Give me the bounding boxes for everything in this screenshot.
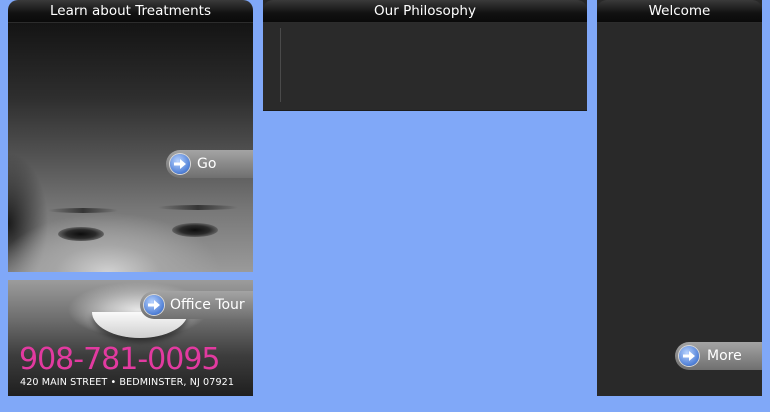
arrow-right-icon — [679, 346, 699, 366]
arrow-right-icon — [170, 154, 190, 174]
office-tour-panel: Office Tour 908-781-0095 420 MAIN STREET… — [8, 280, 253, 396]
treatments-panel: Learn about Treatments Go — [8, 0, 253, 272]
more-button[interactable]: More — [675, 342, 762, 370]
welcome-content — [597, 23, 762, 396]
phone-number: 908-781-0095 — [19, 342, 221, 377]
face-eye-left — [58, 227, 104, 241]
philosophy-panel: Our Philosophy — [263, 0, 587, 111]
treatments-photo — [8, 23, 253, 272]
go-button[interactable]: Go — [166, 150, 253, 178]
more-button-label: More — [707, 348, 742, 364]
arrow-right-icon — [144, 295, 164, 315]
go-button-label: Go — [197, 156, 217, 172]
office-tour-label: Office Tour — [170, 297, 245, 313]
philosophy-title: Our Philosophy — [263, 0, 587, 23]
philosophy-divider — [280, 28, 281, 102]
philosophy-content — [263, 23, 587, 111]
treatments-title: Learn about Treatments — [8, 0, 253, 23]
face-brow-right — [158, 205, 238, 210]
welcome-panel: Welcome More — [597, 0, 762, 396]
face-eye-right — [172, 223, 218, 237]
office-tour-button[interactable]: Office Tour — [140, 291, 253, 319]
face-brow-left — [48, 208, 118, 213]
street-address: 420 MAIN STREET • BEDMINSTER, NJ 07921 — [20, 377, 235, 388]
welcome-title: Welcome — [597, 0, 762, 23]
